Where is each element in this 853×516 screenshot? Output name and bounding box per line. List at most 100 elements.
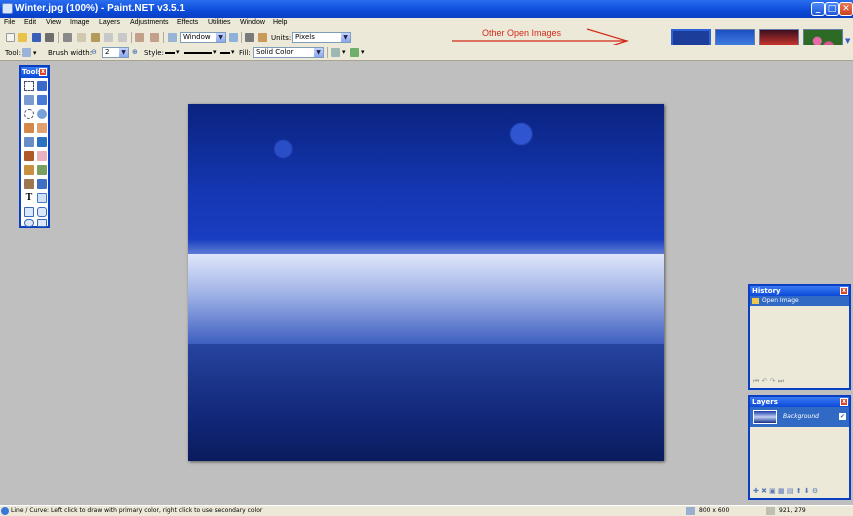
dark-foreground-trees (188, 344, 664, 461)
rounded-rectangle-tool[interactable] (37, 207, 47, 217)
fill-select[interactable]: Solid Color ▼ (253, 47, 324, 58)
menu-image[interactable]: Image (70, 19, 89, 26)
menu-utilities[interactable]: Utilities (208, 19, 231, 26)
window-title: Winter.jpg (100%) - Paint.NET v3.5.1 (15, 3, 185, 14)
menu-effects[interactable]: Effects (177, 19, 198, 26)
image-size: 800 x 600 (699, 507, 730, 514)
units-label: Units: (271, 34, 292, 42)
history-controls[interactable]: ⏮ ↶ ↷ ⏭ (753, 377, 784, 386)
paintbrush-tool[interactable] (24, 151, 34, 161)
start-cap-dropdown-icon[interactable]: ▾ (176, 48, 180, 56)
units-select[interactable]: Pixels ▼ (292, 32, 351, 43)
dash-style[interactable] (184, 52, 212, 54)
line-curve-tool[interactable] (37, 193, 47, 203)
ellipse-select-tool[interactable] (24, 109, 34, 119)
color-picker-tool[interactable] (37, 165, 47, 175)
new-icon[interactable] (6, 33, 15, 42)
tools-title[interactable]: Tools x (21, 67, 48, 78)
fill-label: Fill: (239, 49, 251, 57)
open-image-icon (752, 298, 759, 304)
rectangle-select-tool[interactable] (24, 81, 34, 91)
zoom-icon[interactable] (168, 33, 177, 42)
undo-icon[interactable] (135, 33, 144, 42)
history-item[interactable]: Open Image (750, 296, 849, 306)
maximize-button[interactable]: □ (825, 2, 839, 16)
layers-close-icon[interactable]: x (840, 398, 848, 406)
thumbnails-chevron-icon[interactable]: ▼ (845, 37, 850, 45)
curve-dropdown-icon[interactable]: ▾ (342, 48, 346, 56)
minimize-button[interactable]: _ (811, 2, 825, 16)
layer-name: Background (783, 413, 819, 420)
ruler-icon[interactable] (258, 33, 267, 42)
distant-forest (188, 104, 664, 254)
brush-width-select[interactable]: 2 ▼ (102, 47, 129, 58)
antialias-dropdown-icon[interactable]: ▾ (361, 48, 365, 56)
end-cap-style[interactable] (220, 52, 230, 54)
menu-view[interactable]: View (46, 19, 61, 26)
increase-width-icon[interactable]: ⊕ (132, 48, 138, 56)
menu-window[interactable]: Window (240, 19, 265, 26)
zoom-in-icon[interactable] (229, 33, 238, 42)
end-cap-dropdown-icon[interactable]: ▾ (231, 48, 235, 56)
grid-icon[interactable] (245, 33, 254, 42)
history-close-icon[interactable]: x (840, 287, 848, 295)
zoom-tool[interactable] (37, 109, 47, 119)
layers-window: Layers x Background ✔ ✚ ✖ ▣ ▦ ▤ ⬆ ⬇ ⚙ (748, 395, 851, 500)
tool-dropdown-icon[interactable]: ▾ (33, 49, 37, 57)
current-tool-icon[interactable] (22, 48, 31, 57)
copy-icon[interactable] (77, 33, 86, 42)
pencil-tool[interactable] (24, 165, 34, 175)
curve-type-icon[interactable] (331, 48, 340, 57)
frosted-trees (188, 254, 664, 344)
eraser-tool[interactable] (37, 151, 47, 161)
image-size-icon (686, 507, 695, 515)
status-bar: Line / Curve: Left click to draw with pr… (0, 505, 853, 516)
move-selection-tool[interactable] (37, 95, 47, 105)
paint-bucket-tool[interactable] (24, 137, 34, 147)
crop-icon[interactable] (104, 33, 113, 42)
layer-visibility-checkbox[interactable]: ✔ (839, 413, 846, 420)
title-bar: Winter.jpg (100%) - Paint.NET v3.5.1 _ □… (0, 0, 853, 18)
zoom-select[interactable]: Window ▼ (180, 32, 226, 43)
text-tool[interactable]: T (24, 193, 34, 203)
image-canvas[interactable] (188, 104, 664, 461)
help-icon (1, 507, 9, 515)
clone-stamp-tool[interactable] (24, 179, 34, 189)
cursor-position-icon (766, 507, 775, 515)
menu-layers[interactable]: Layers (99, 19, 120, 26)
open-icon[interactable] (18, 33, 27, 42)
start-cap-style[interactable] (165, 52, 175, 54)
cursor-position: 921, 279 (779, 507, 806, 514)
recolor-tool[interactable] (37, 179, 47, 189)
dash-dropdown-icon[interactable]: ▾ (213, 48, 217, 56)
layer-controls[interactable]: ✚ ✖ ▣ ▦ ▤ ⬆ ⬇ ⚙ (753, 487, 818, 495)
deselect-icon[interactable] (118, 33, 127, 42)
pan-tool[interactable] (37, 123, 47, 133)
redo-icon[interactable] (150, 33, 159, 42)
ellipse-tool[interactable] (24, 219, 34, 227)
antialias-icon[interactable] (350, 48, 359, 57)
close-button[interactable]: ✕ (839, 2, 853, 16)
menu-file[interactable]: File (4, 19, 15, 26)
tool-options-bar: Tool: ▾ Brush width: ⊖ 2 ▼ ⊕ Style: ▾ ▾ ▾… (0, 45, 853, 61)
magic-wand-tool[interactable] (24, 123, 34, 133)
freeform-shape-tool[interactable] (37, 219, 47, 227)
rectangle-tool[interactable] (24, 207, 34, 217)
print-icon[interactable] (45, 33, 54, 42)
gradient-tool[interactable] (37, 137, 47, 147)
menu-edit[interactable]: Edit (24, 19, 36, 26)
save-icon[interactable] (32, 33, 41, 42)
layer-row[interactable]: Background ✔ (750, 407, 849, 427)
tools-close-icon[interactable]: x (39, 68, 47, 76)
layers-title[interactable]: Layers x (750, 397, 849, 407)
app-icon (2, 3, 13, 14)
menu-help[interactable]: Help (273, 19, 287, 26)
move-selected-tool[interactable] (37, 81, 47, 91)
menu-adjustments[interactable]: Adjustments (130, 19, 169, 26)
paste-icon[interactable] (91, 33, 100, 42)
history-title[interactable]: History x (750, 286, 849, 296)
decrease-width-icon[interactable]: ⊖ (91, 48, 97, 56)
lasso-select-tool[interactable] (24, 95, 34, 105)
tools-window: Tools x T (19, 65, 50, 228)
cut-icon[interactable] (63, 33, 72, 42)
